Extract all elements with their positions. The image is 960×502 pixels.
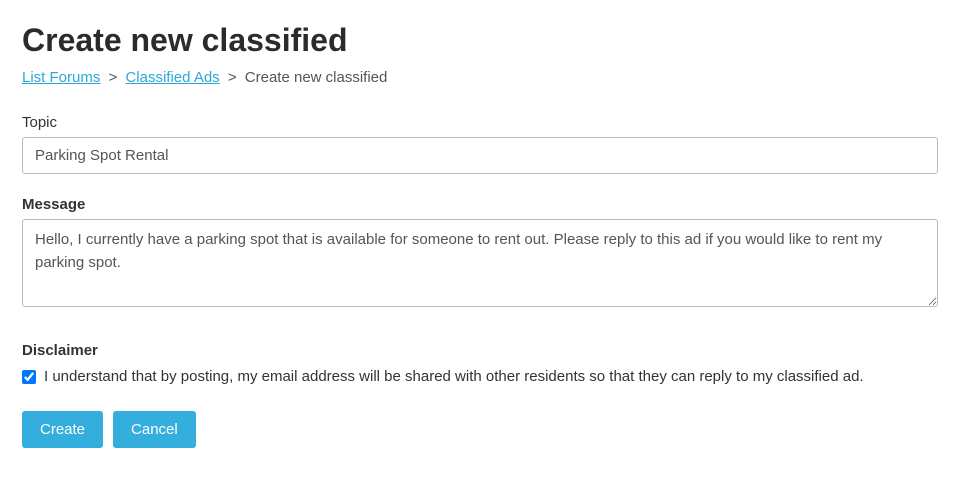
topic-label: Topic [22,114,938,131]
page-title: Create new classified [22,22,938,59]
cancel-button[interactable]: Cancel [113,411,196,448]
breadcrumb-link-classified-ads[interactable]: Classified Ads [125,69,219,86]
create-button[interactable]: Create [22,411,103,448]
breadcrumb-sep: > [228,69,237,86]
message-label: Message [22,196,938,213]
breadcrumb-current: Create new classified [245,69,388,86]
topic-input[interactable] [22,137,938,174]
disclaimer-row[interactable]: I understand that by posting, my email a… [22,365,938,389]
disclaimer-title: Disclaimer [22,342,938,359]
breadcrumb: List Forums > Classified Ads > Create ne… [22,69,938,86]
disclaimer-text: I understand that by posting, my email a… [44,365,864,389]
breadcrumb-link-forums[interactable]: List Forums [22,69,100,86]
message-textarea[interactable]: Hello, I currently have a parking spot t… [22,219,938,307]
disclaimer-checkbox[interactable] [22,370,36,384]
breadcrumb-sep: > [109,69,118,86]
